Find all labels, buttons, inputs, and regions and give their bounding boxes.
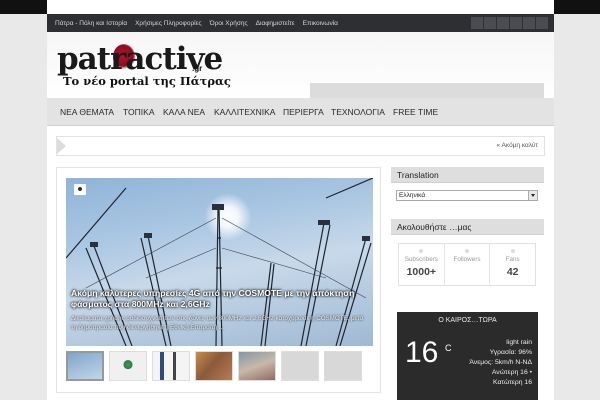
- topnav-item-terms[interactable]: Όροι Χρήσης: [210, 20, 256, 27]
- logo-tagline: Το νέο portal της Πάτρας: [63, 74, 231, 88]
- topnav-item-advertise[interactable]: Διαφημιστείτε: [256, 20, 303, 27]
- slide-image[interactable]: Ακόμη καλύτερες υπηρεσίες 4G από την COS…: [66, 178, 373, 346]
- slider-thumbnail[interactable]: [66, 351, 104, 381]
- weather-condition: light rain: [506, 339, 532, 346]
- nav-item-technology[interactable]: ΤΕΧΝΟΛΟΓΙΑ: [331, 98, 385, 126]
- nav-item-new-topics[interactable]: ΝΕΑ ΘΕΜΑΤΑ: [60, 98, 114, 126]
- topnav-item-contact[interactable]: Επικοινωνία: [303, 20, 346, 27]
- slide-excerpt: Δικαίωματα χρήσης ραδιοσυχνοτήτων στις ζ…: [71, 315, 364, 331]
- weather-temperature: 16: [405, 336, 439, 369]
- camera-icon: [74, 184, 86, 195]
- slider-thumbnail[interactable]: [281, 351, 319, 381]
- counter-label: Subscribers: [404, 256, 438, 263]
- counter-followers[interactable]: Followers: [445, 244, 491, 285]
- social-icon[interactable]: [523, 17, 535, 29]
- counter-subscribers[interactable]: Subscribers 1000+: [399, 244, 445, 285]
- topnav-item-info[interactable]: Χρήσιμες Πληροφορίες: [135, 20, 210, 27]
- counter-fans[interactable]: Fans 42: [490, 244, 535, 285]
- twitter-icon: [465, 249, 469, 253]
- social-icon[interactable]: [497, 17, 509, 29]
- counter-label: Fans: [505, 256, 520, 263]
- news-ticker: « Ακόμη καλύτ: [56, 136, 545, 156]
- weather-widget: Ο ΚΑΙΡΟΣ…ΤΩΡΑ 16 C light rain Υγρασία: 9…: [397, 312, 538, 400]
- social-icon[interactable]: [484, 17, 496, 29]
- social-icon[interactable]: [510, 17, 522, 29]
- logo-tld: .gr: [192, 64, 203, 73]
- slider-thumbnail[interactable]: [109, 351, 147, 381]
- social-counters: Subscribers 1000+ Followers Fans 42: [398, 243, 536, 286]
- ticker-arrow-icon: [57, 138, 66, 154]
- weather-unit: C: [445, 343, 452, 353]
- social-icon[interactable]: [471, 17, 483, 29]
- counter-label: Followers: [453, 256, 481, 263]
- rss-icon: [419, 249, 424, 253]
- slide-caption: Ακόμη καλύτερες υπηρεσίες 4G από την COS…: [71, 288, 369, 332]
- follow-heading: Ακολουθήστε …μας: [391, 219, 544, 235]
- weather-title: Ο ΚΑΙΡΟΣ…ΤΩΡΑ: [438, 317, 497, 324]
- site-header: patractive .gr Το νέο portal της Πάτρας: [47, 32, 554, 99]
- ticker-text[interactable]: « Ακόμη καλύτ: [497, 142, 539, 149]
- weather-wind: Άνεμος: 5km/h N-ΝΔ: [469, 359, 532, 366]
- slider-thumbnail[interactable]: [238, 351, 276, 381]
- social-icons: [471, 17, 548, 29]
- nav-item-curious[interactable]: ΠΕΡΙΕΡΓΑ: [283, 98, 324, 126]
- site-logo[interactable]: patractive .gr Το νέο portal της Πάτρας: [57, 42, 231, 92]
- slider-thumbnail[interactable]: [152, 351, 190, 381]
- header-banner-placeholder: [310, 83, 544, 99]
- nav-item-arts[interactable]: ΚΑΛΛΙΤΕΧΝΙΚΑ: [214, 98, 275, 126]
- weather-humidity: Υγρασία: 96%: [489, 349, 532, 356]
- nav-item-free-time[interactable]: FREE TIME: [393, 98, 438, 126]
- featured-slider: Ακόμη καλύτερες υπηρεσίες 4G από την COS…: [56, 167, 381, 393]
- slider-thumbnail[interactable]: [324, 351, 362, 381]
- main-nav: ΝΕΑ ΘΕΜΑΤΑ ΤΟΠΙΚΑ ΚΑΛΑ ΝΕΑ ΚΑΛΛΙΤΕΧΝΙΚΑ …: [47, 98, 554, 126]
- language-select[interactable]: Ελληνικά: [396, 190, 538, 201]
- translation-heading: Translation: [391, 167, 544, 183]
- chevron-down-icon[interactable]: [528, 191, 537, 200]
- weather-high: Ανώτερη 16 •: [491, 369, 532, 376]
- weather-details: light rain Υγρασία: 96% Άνεμος: 5km/h N-…: [469, 338, 532, 388]
- top-nav: Πάτρα - Πόλη και Ιστορία Χρήσιμες Πληροφ…: [55, 14, 346, 32]
- nav-item-local[interactable]: ΤΟΠΙΚΑ: [123, 98, 155, 126]
- slider-thumbnail[interactable]: [195, 351, 233, 381]
- nav-item-good-news[interactable]: ΚΑΛΑ ΝΕΑ: [163, 98, 205, 126]
- social-icon[interactable]: [536, 17, 548, 29]
- language-select-value: Ελληνικά: [399, 192, 426, 199]
- weather-low: Κατώτερη 16: [493, 379, 532, 386]
- top-bar: Πάτρα - Πόλη και Ιστορία Χρήσιμες Πληροφ…: [47, 14, 554, 32]
- topnav-item-history[interactable]: Πάτρα - Πόλη και Ιστορία: [55, 20, 135, 27]
- slider-thumbnails: [66, 351, 362, 381]
- counter-value: 42: [506, 266, 519, 278]
- counter-value: 1000+: [406, 266, 437, 278]
- slide-title[interactable]: Ακόμη καλύτερες υπηρεσίες 4G από την COS…: [71, 288, 369, 310]
- facebook-icon: [510, 249, 515, 253]
